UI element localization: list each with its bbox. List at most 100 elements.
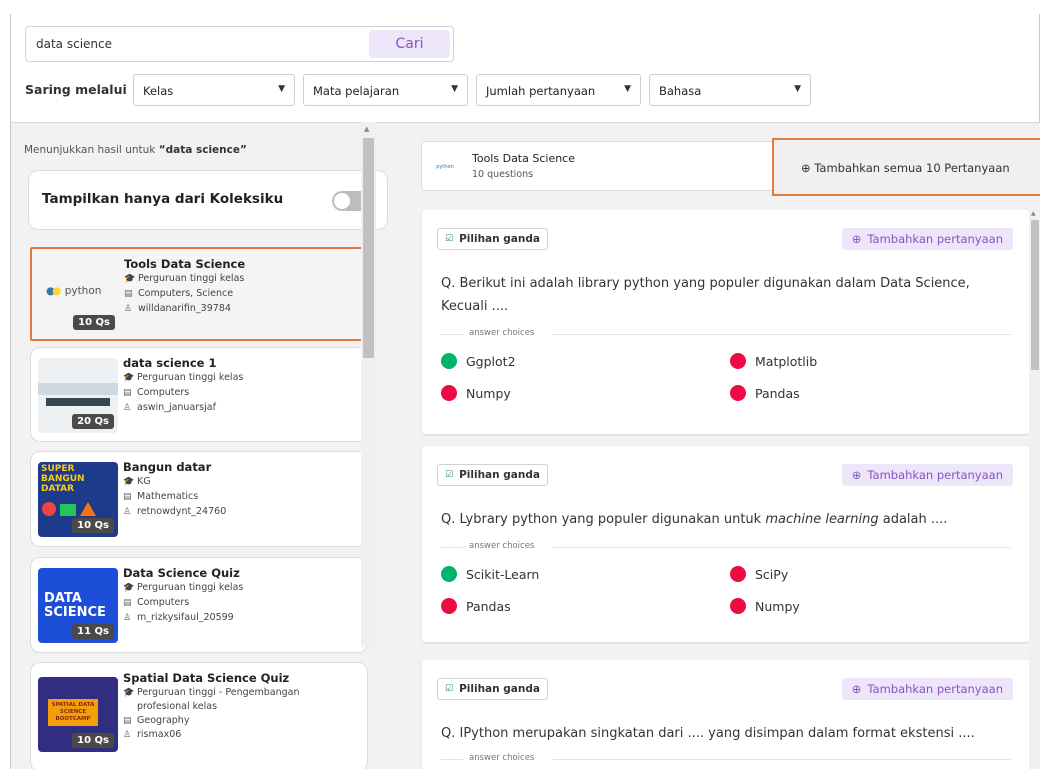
- quiz-card-data-science-1[interactable]: 20 Qs data science 1 🎓 Perguruan tinggi k…: [30, 347, 368, 442]
- subject-dropdown[interactable]: Mata pelajaran ▼: [303, 74, 468, 106]
- quiz-grade: 🎓 Perguruan tinggi kelas: [123, 582, 244, 593]
- quiz-header-thumbnail: python: [436, 164, 454, 170]
- question-count-dropdown-label: Jumlah pertanyaan: [486, 84, 596, 98]
- quiz-title: Spatial Data Science Quiz: [123, 671, 290, 685]
- preview-scroll-thumb[interactable]: [1031, 220, 1039, 370]
- quiz-preview-panel: python Tools Data Science 10 questions ⊕…: [403, 122, 1040, 769]
- filter-row: Saring melalui Kelas ▼ Mata pelajaran ▼ …: [25, 74, 1025, 106]
- correct-indicator: [441, 353, 457, 369]
- question-type-tag: ☑ Pilihan ganda: [437, 678, 548, 700]
- quiz-header-title: Tools Data Science: [472, 152, 575, 165]
- results-scroll-thumb[interactable]: [363, 138, 374, 358]
- question-card-1: ☑ Pilihan ganda ⊕ Tambahkan pertanyaan Q. …: [422, 210, 1030, 434]
- user-icon: ♙: [124, 304, 133, 314]
- question-count-badge: 10 Qs: [72, 733, 114, 748]
- answer-choice: Matplotlib: [730, 353, 817, 369]
- incorrect-indicator: [730, 353, 746, 369]
- user-icon: ♙: [123, 507, 132, 517]
- search-filter-bar: Cari Saring melalui Kelas ▼ Mata pelajar…: [10, 14, 1040, 122]
- scroll-up-arrow-icon[interactable]: ▲: [1031, 210, 1036, 217]
- graduation-cap-icon: 🎓: [123, 583, 135, 593]
- question-card-2: ☑ Pilihan ganda ⊕ Tambahkan pertanyaan Q. …: [422, 446, 1030, 642]
- subject-dropdown-label: Mata pelajaran: [313, 84, 400, 98]
- book-icon: ▤: [123, 492, 132, 502]
- page-instruction-strip: [0, 0, 1040, 14]
- add-question-button[interactable]: ⊕ Tambahkan pertanyaan: [841, 228, 1013, 250]
- quiz-grade: 🎓 Perguruan tinggi - Pengembangan: [123, 687, 300, 698]
- incorrect-indicator: [730, 598, 746, 614]
- results-query: “data science”: [158, 144, 247, 156]
- quiz-subject: ▤ Geography: [123, 715, 190, 726]
- language-dropdown-label: Bahasa: [659, 84, 702, 98]
- thumbnail-text: DATA SCIENCE: [44, 591, 106, 620]
- quiz-card-data-science-quiz[interactable]: DATA SCIENCE 11 Qs Data Science Quiz 🎓 Pe…: [30, 557, 368, 653]
- preview-scrollbar[interactable]: ▲: [1029, 208, 1040, 769]
- checkbox-icon: ☑: [445, 470, 454, 480]
- plus-circle-icon: ⊕: [801, 161, 811, 175]
- rectangle-shape: [60, 504, 76, 516]
- quiz-author: ♙ aswin_januarsjaf: [123, 402, 216, 413]
- graduation-cap-icon: 🎓: [124, 274, 136, 284]
- incorrect-indicator: [730, 385, 746, 401]
- answer-choices-label: answer choices: [463, 753, 541, 763]
- question-text: Q. IPython merupakan singkatan dari ....…: [441, 726, 975, 741]
- question-text: Q. Lybrary python yang populer digunakan…: [441, 512, 948, 527]
- quiz-thumbnail: ●● python 10 Qs: [39, 259, 119, 334]
- quiz-author: ♙ willdanarifin_39784: [124, 303, 231, 314]
- question-count-dropdown[interactable]: Jumlah pertanyaan ▼: [476, 74, 641, 106]
- filter-label: Saring melalui: [25, 82, 127, 97]
- language-dropdown[interactable]: Bahasa ▼: [649, 74, 811, 106]
- quiz-card-spatial-data-science-quiz[interactable]: SPATIAL DATA SCIENCE BOOTCAMP 10 Qs Spat…: [30, 662, 368, 769]
- triangle-shape: [80, 502, 96, 516]
- quiz-title: Tools Data Science: [124, 257, 246, 271]
- quiz-grade: 🎓 Perguruan tinggi kelas: [124, 273, 245, 284]
- checkbox-icon: ☑: [445, 234, 454, 244]
- answer-choice: SciPy: [730, 566, 788, 582]
- search-input[interactable]: [26, 27, 366, 61]
- my-collection-label: Tampilkan hanya dari Koleksiku: [42, 191, 284, 207]
- question-type-tag: ☑ Pilihan ganda: [437, 228, 548, 250]
- question-count-badge: 11 Qs: [72, 624, 114, 639]
- question-text: Q. Berikut ini adalah library python yan…: [441, 276, 970, 314]
- quiz-subject: ▤ Mathematics: [123, 491, 199, 502]
- thumbnail-text: SUPER BANGUN DATAR: [41, 464, 85, 494]
- quiz-thumbnail: SUPER BANGUN DATAR 10 Qs: [38, 462, 118, 537]
- add-question-button[interactable]: ⊕ Tambahkan pertanyaan: [841, 678, 1013, 700]
- incorrect-indicator: [441, 598, 457, 614]
- quiz-header-question-count: 10 questions: [472, 169, 534, 180]
- question-type-tag: ☑ Pilihan ganda: [437, 464, 548, 486]
- toggle-knob: [334, 193, 350, 209]
- quiz-card-bangun-datar[interactable]: SUPER BANGUN DATAR 10 Qs Bangun datar 🎓 K…: [30, 451, 368, 547]
- book-icon: ▤: [123, 598, 132, 608]
- answer-choice: Numpy: [441, 385, 511, 401]
- search-button[interactable]: Cari: [369, 30, 450, 58]
- add-question-button[interactable]: ⊕ Tambahkan pertanyaan: [841, 464, 1013, 486]
- chevron-down-icon: ▼: [451, 84, 458, 94]
- chevron-down-icon: ▼: [278, 84, 285, 94]
- quiz-grade: 🎓 Perguruan tinggi kelas: [123, 372, 244, 383]
- grade-dropdown[interactable]: Kelas ▼: [133, 74, 295, 106]
- answer-choice: Ggplot2: [441, 353, 516, 369]
- results-prefix: Menunjukkan hasil untuk: [24, 144, 156, 156]
- quiz-title: data science 1: [123, 356, 217, 370]
- graduation-cap-icon: 🎓: [123, 688, 135, 698]
- incorrect-indicator: [441, 385, 457, 401]
- answer-choice: Numpy: [730, 598, 800, 614]
- my-collection-filter: Tampilkan hanya dari Koleksiku: [28, 170, 388, 230]
- quiz-subject: ▤ Computers: [123, 387, 190, 398]
- question-card-3: ☑ Pilihan ganda ⊕ Tambahkan pertanyaan Q. …: [422, 660, 1030, 769]
- answer-choice: Pandas: [441, 598, 511, 614]
- add-all-label: ⊕ Tambahkan semua 10 Pertanyaan: [801, 161, 1010, 175]
- quiz-author: ♙ m_rizkysifaul_20599: [123, 612, 234, 623]
- quiz-card-tools-data-science[interactable]: ●● python 10 Qs Tools Data Science 🎓 Perg…: [30, 247, 368, 341]
- quiz-title: Data Science Quiz: [123, 566, 240, 580]
- answer-choices-label: answer choices: [463, 328, 541, 338]
- book-icon: ▤: [123, 388, 132, 398]
- answer-choice: Pandas: [730, 385, 800, 401]
- scroll-up-arrow-icon[interactable]: ▲: [364, 125, 369, 133]
- add-all-questions-button[interactable]: ⊕ Tambahkan semua 10 Pertanyaan: [772, 138, 1040, 196]
- graduation-cap-icon: 🎓: [123, 373, 135, 383]
- user-icon: ♙: [123, 730, 132, 740]
- results-scrollbar[interactable]: ▲: [361, 122, 376, 647]
- chevron-down-icon: ▼: [794, 84, 801, 94]
